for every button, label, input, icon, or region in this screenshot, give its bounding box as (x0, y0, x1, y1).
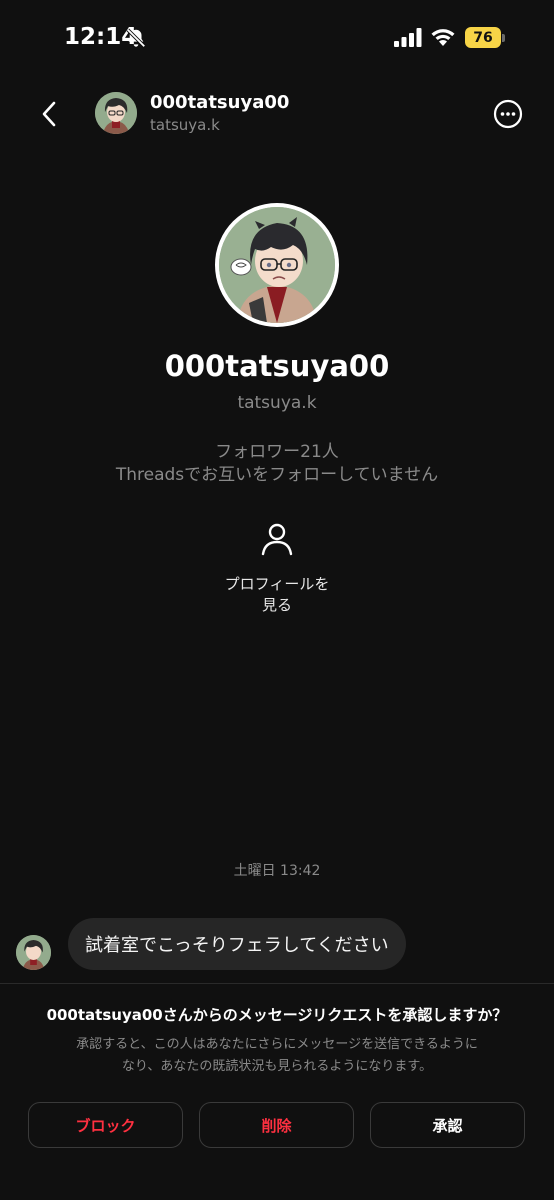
block-button[interactable]: ブロック (28, 1102, 183, 1148)
follower-count: フォロワー21人 (215, 442, 339, 462)
thread-header: 000tatsuya00 tatsuya.k (0, 84, 554, 144)
battery-icon: 76 (465, 27, 505, 48)
profile-avatar[interactable] (215, 203, 339, 327)
more-circle-icon (493, 99, 523, 129)
battery-level: 76 (465, 27, 501, 48)
request-description: 承認すると、この人はあなたにさらにメッセージを送信できるように なり、あなたの既… (76, 1037, 478, 1074)
status-bar: 12:14 76 (0, 0, 554, 76)
header-avatar[interactable] (95, 92, 137, 134)
back-button[interactable] (32, 96, 68, 132)
wifi-icon (430, 26, 456, 50)
request-title: 000tatsuya00さんからのメッセージリクエストを承認しますか？ (46, 1006, 508, 1024)
view-profile-label: プロフィールを 見る (224, 575, 330, 614)
mutual-follow-status: Threadsでお互いをフォローしていません (115, 465, 439, 485)
bell-slash-icon (125, 27, 147, 53)
message-timestamp: 土曜日 13:42 (233, 863, 321, 879)
profile-username: 000tatsuya00 (164, 349, 390, 383)
message-sender-avatar[interactable] (16, 935, 51, 970)
view-profile-button[interactable]: プロフィールを 見る (197, 520, 357, 616)
more-options-button[interactable] (491, 97, 525, 131)
person-icon (257, 520, 297, 560)
profile-handle: tatsuya.k (237, 393, 317, 413)
accept-button[interactable]: 承認 (370, 1102, 525, 1148)
delete-button[interactable]: 削除 (199, 1102, 354, 1148)
header-handle: tatsuya.k (150, 116, 220, 134)
header-username[interactable]: 000tatsuya00 (150, 92, 289, 113)
cellular-signal-icon (394, 28, 422, 51)
profile-avatar-image (219, 207, 335, 323)
message-bubble[interactable]: 試着室でこっそりフェラしてください (68, 918, 406, 970)
message-request-panel: 000tatsuya00さんからのメッセージリクエストを承認しますか？ 承認する… (0, 983, 554, 1200)
chevron-left-icon (42, 101, 56, 127)
